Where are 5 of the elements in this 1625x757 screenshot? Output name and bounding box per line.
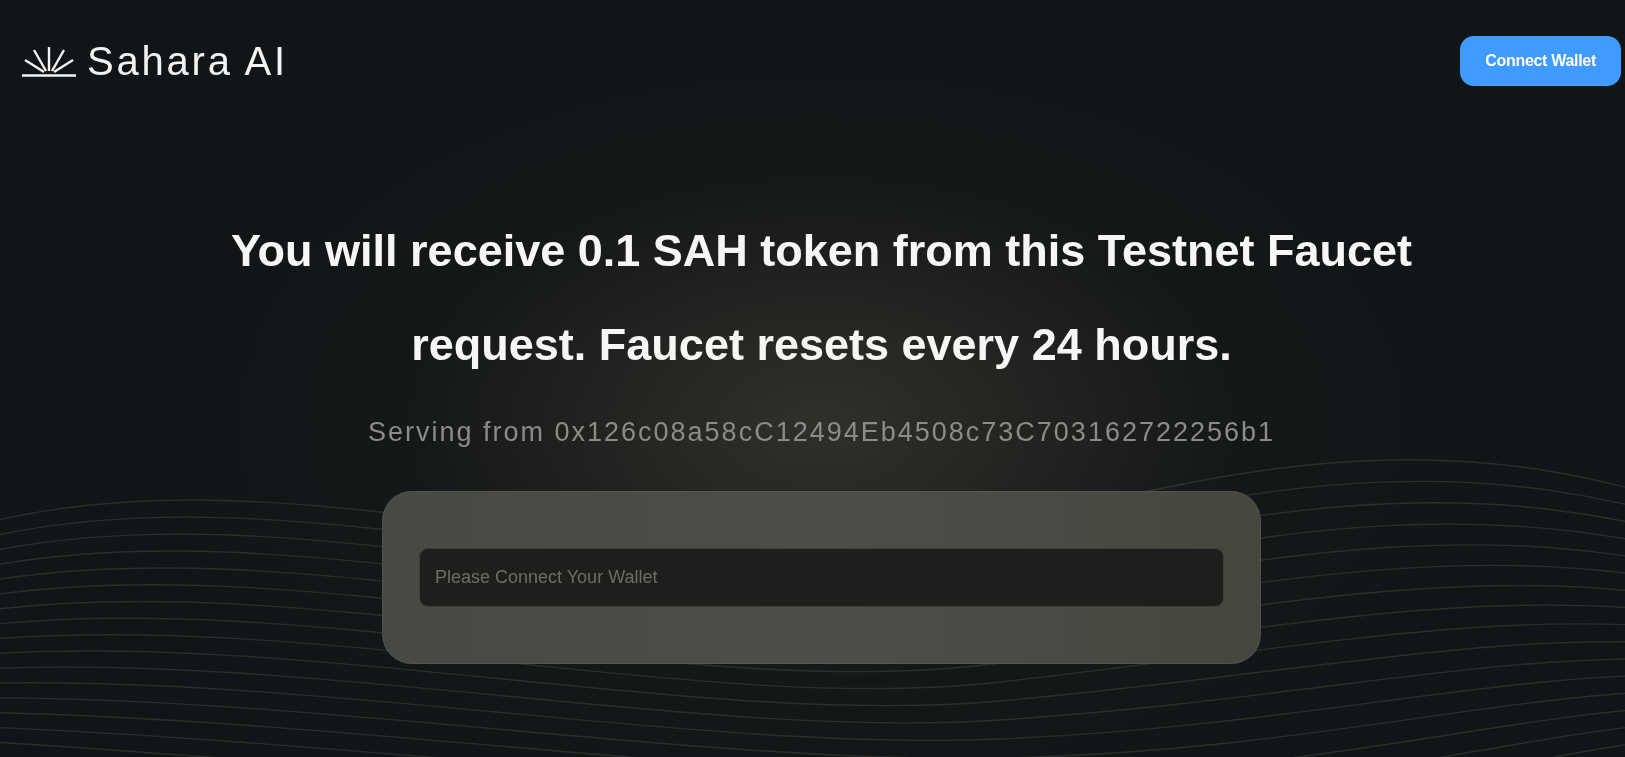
sunburst-icon — [22, 47, 76, 77]
wallet-address-field[interactable]: Please Connect Your Wallet — [419, 548, 1224, 607]
faucet-heading: You will receive 0.1 SAH token from this Testnet Faucet request. Faucet resets every 24 hours. — [229, 224, 1414, 372]
logo-link[interactable]: Sahara AI — [22, 41, 288, 81]
serving-address-text: Serving from 0x126c08a58cC12494Eb4508c73C703162722256b1 — [367, 416, 1276, 448]
